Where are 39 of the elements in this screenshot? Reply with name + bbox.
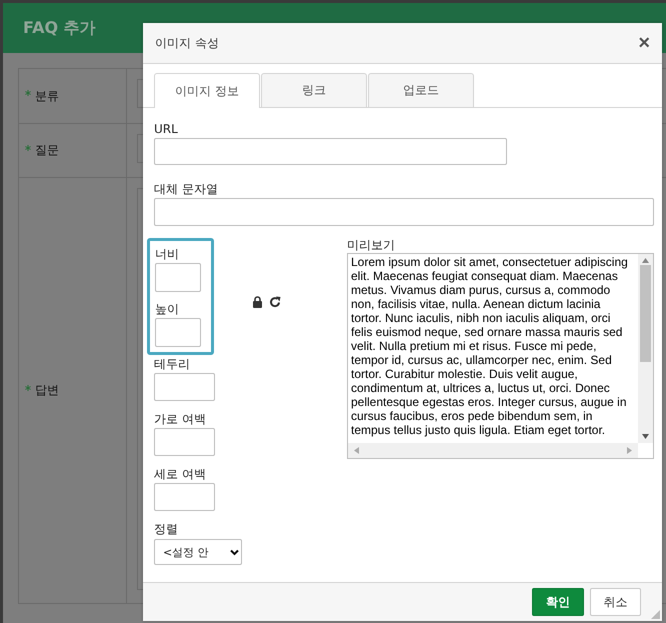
ok-button[interactable]: 확인 xyxy=(532,588,584,616)
field-label: 테두리 xyxy=(154,357,191,371)
hspace-input[interactable] xyxy=(154,428,215,456)
field-label: 대체 문자열 xyxy=(154,182,218,196)
scroll-up-icon[interactable] xyxy=(642,258,649,263)
close-button[interactable]: × xyxy=(638,33,650,53)
horizontal-scrollbar[interactable] xyxy=(348,443,638,458)
url-input[interactable] xyxy=(154,138,507,165)
form-label: 분류 xyxy=(35,88,59,104)
reset-icon[interactable] xyxy=(268,296,281,308)
chevron-down-icon xyxy=(230,548,239,556)
alt-text-input[interactable] xyxy=(154,198,654,226)
page-title: FAQ 추가 xyxy=(23,18,96,38)
resize-grip-icon[interactable] xyxy=(651,610,660,619)
scroll-right-icon[interactable] xyxy=(627,447,632,454)
form-label: 답변 xyxy=(35,382,59,399)
tab[interactable]: 링크 xyxy=(261,73,367,107)
field-label: 너비 xyxy=(155,247,180,261)
align-select[interactable]: <설정 안 xyxy=(154,539,242,565)
dialog-title: 이미지 속성 xyxy=(155,34,219,52)
tab[interactable]: 업로드 xyxy=(368,73,474,107)
height-input[interactable] xyxy=(155,318,201,347)
width-input[interactable] xyxy=(155,263,201,292)
scroll-left-icon[interactable] xyxy=(354,447,359,454)
field-label: 정렬 xyxy=(154,522,179,536)
field-label: 세로 여백 xyxy=(154,467,207,481)
tab[interactable]: 이미지 정보 xyxy=(154,73,260,108)
border-input[interactable] xyxy=(154,373,215,401)
lock-icon[interactable] xyxy=(252,296,263,308)
cancel-button[interactable]: 취소 xyxy=(590,588,641,616)
field-label: 가로 여백 xyxy=(154,412,207,426)
vertical-scrollbar[interactable] xyxy=(638,254,653,443)
field-label: URL xyxy=(154,122,178,136)
field-label: 미리보기 xyxy=(347,238,396,252)
scroll-down-icon[interactable] xyxy=(642,434,649,439)
vspace-input[interactable] xyxy=(154,483,215,511)
preview-text: Lorem ipsum dolor sit amet, consectetuer adipiscing elit. Maecenas feugiat consequat diam. Maecenas metus. Vivamus diam purus, cursus a, commodo non, facilisis vitae, nulla. Aenean dictum lacinia tortor. Nunc iaculis, nibh non iaculis aliquam, orci felis euismod neque, sed ornare massa mauris sed velit. Nulla pretium mi et risus. Fusce mi pede, tempor id, cursus ac, ullamcorper nec, enim. Sed tortor. Curabitur molestie. Duis velit augue, condimentum at, ultrices a, luctus ut, orci. Donec pellentesque egestas eros. Integer cursus, augue in cursus faucibus, eros pede bibendum sem, in tempus tellus justo quis ligula. Etiam eget tortor. xyxy=(351,255,629,437)
field-label: 높이 xyxy=(155,302,180,316)
form-label: 질문 xyxy=(35,142,59,159)
